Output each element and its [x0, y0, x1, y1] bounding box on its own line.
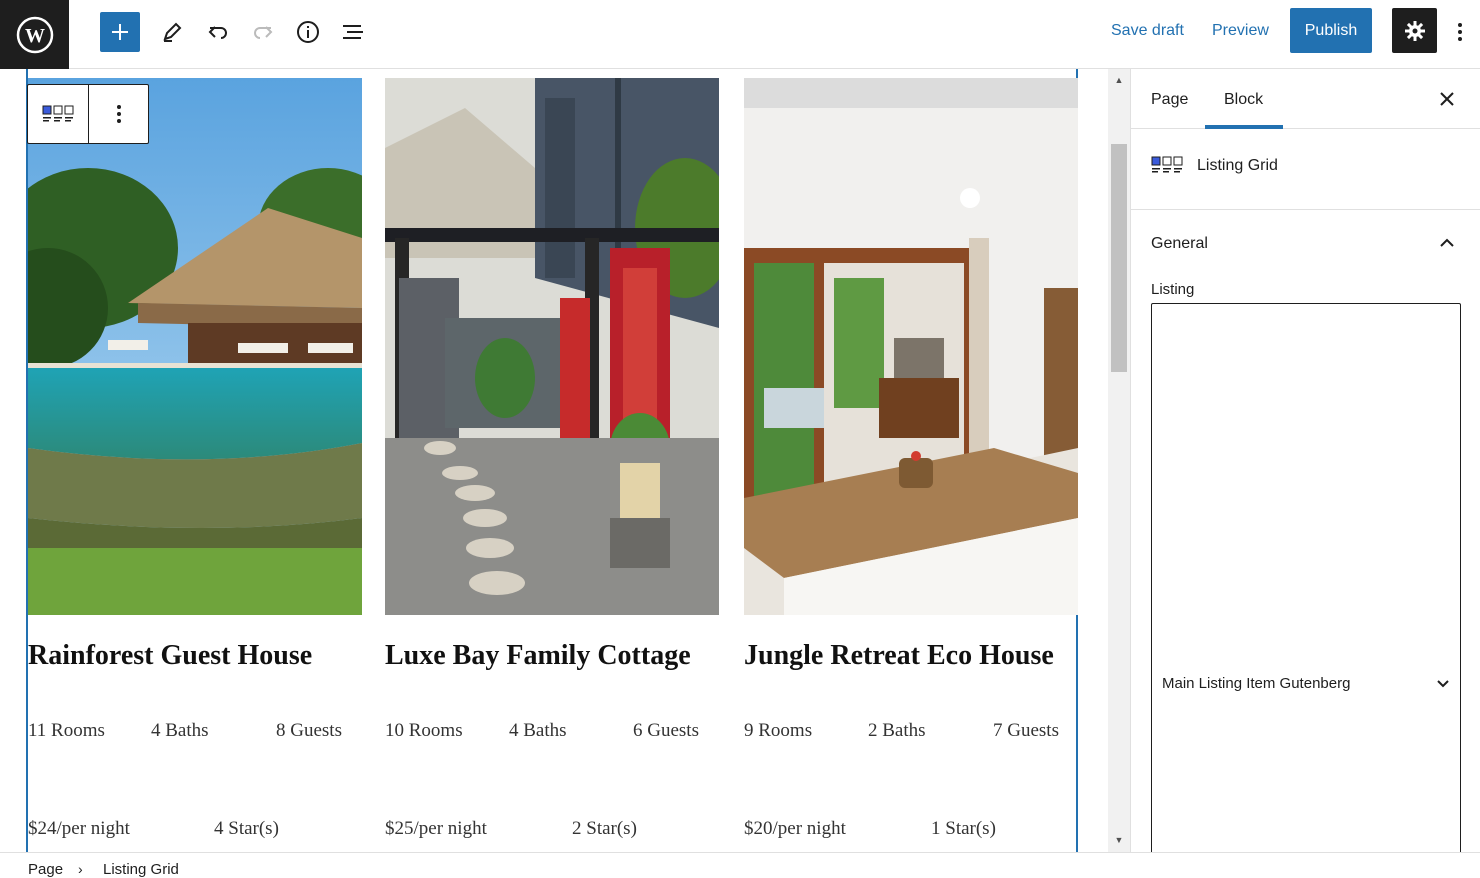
- plus-icon: [112, 24, 128, 40]
- chevron-up-icon[interactable]: [1437, 233, 1457, 253]
- settings-sidebar: Page Block Listing Grid General Listing …: [1130, 69, 1480, 863]
- editor-canvas: Rainforest Guest House 11 Rooms 4 Baths …: [0, 69, 1108, 852]
- listing-rooms: 9 Rooms: [744, 720, 813, 741]
- listing-rooms: 11 Rooms: [28, 720, 105, 741]
- breadcrumb-listing-grid[interactable]: Listing Grid: [103, 861, 179, 878]
- listing-title[interactable]: Jungle Retreat Eco House: [744, 640, 1084, 672]
- listing-baths: 4 Baths: [151, 720, 209, 741]
- listing-stars: 1 Star(s): [931, 818, 996, 839]
- list-view-icon: [343, 25, 363, 39]
- chevron-down-icon[interactable]: [1434, 675, 1452, 693]
- listing-select-value[interactable]: Main Listing Item Gutenberg: [1162, 675, 1350, 692]
- listing-stars: 4 Star(s): [214, 818, 279, 839]
- listing-select[interactable]: Main Listing Item Gutenberg: [1151, 303, 1461, 863]
- pencil-icon: [163, 22, 182, 42]
- listing-image-garden: [385, 78, 719, 615]
- listing-title[interactable]: Rainforest Guest House: [28, 640, 368, 672]
- settings-button[interactable]: [1392, 8, 1437, 53]
- breadcrumb: Page › Listing Grid: [0, 852, 1480, 878]
- listing-price: $24/per night: [28, 818, 130, 839]
- redo-button[interactable]: [245, 14, 281, 50]
- listing-rooms: 10 Rooms: [385, 720, 463, 741]
- block-card: Listing Grid: [1131, 129, 1480, 210]
- listing-price: $25/per night: [385, 818, 487, 839]
- listing-title[interactable]: Luxe Bay Family Cottage: [385, 640, 725, 672]
- options-button[interactable]: [1448, 14, 1472, 50]
- listing-card[interactable]: Luxe Bay Family Cottage 10 Rooms 4 Baths…: [385, 78, 719, 839]
- block-card-title: Listing Grid: [1197, 157, 1278, 174]
- sidebar-tabs: Page Block: [1131, 69, 1480, 129]
- listing-field-label: Listing: [1151, 281, 1195, 298]
- editor-header: W Save draft Preview Publish: [0, 0, 1480, 69]
- close-sidebar-button[interactable]: [1437, 89, 1457, 109]
- listing-guests: 7 Guests: [993, 720, 1059, 741]
- listing-image-bedroom: [744, 78, 1078, 615]
- canvas-scrollbar[interactable]: ▲ ▼: [1108, 69, 1130, 852]
- listing-guests: 6 Guests: [633, 720, 699, 741]
- undo-button[interactable]: [200, 14, 236, 50]
- undo-icon: [208, 26, 227, 39]
- listing-card[interactable]: Rainforest Guest House 11 Rooms 4 Baths …: [28, 78, 362, 839]
- listing-price: $20/per night: [744, 818, 846, 839]
- listing-stars: 2 Star(s): [572, 818, 637, 839]
- panel-general-title[interactable]: General: [1151, 235, 1208, 253]
- save-draft-button[interactable]: Save draft: [1111, 22, 1184, 40]
- listing-guests: 8 Guests: [276, 720, 342, 741]
- breadcrumb-page[interactable]: Page: [28, 861, 63, 878]
- list-view-button[interactable]: [335, 14, 371, 50]
- tab-block[interactable]: Block: [1224, 91, 1263, 109]
- svg-text:W: W: [25, 25, 45, 47]
- block-type-switcher[interactable]: [28, 85, 88, 143]
- scroll-down-arrow-icon[interactable]: ▼: [1114, 835, 1124, 845]
- redo-icon: [254, 26, 273, 39]
- listing-image-pool: [28, 78, 362, 615]
- gear-icon: [1404, 20, 1425, 41]
- listing-baths: 2 Baths: [868, 720, 926, 741]
- block-options-button[interactable]: [88, 85, 148, 143]
- block-toolbar: [27, 84, 149, 144]
- publish-button[interactable]: Publish: [1290, 8, 1372, 53]
- scroll-up-arrow-icon[interactable]: ▲: [1114, 75, 1124, 85]
- wordpress-logo-icon[interactable]: W: [0, 0, 69, 69]
- listing-baths: 4 Baths: [509, 720, 567, 741]
- breadcrumb-separator-icon: ›: [78, 861, 83, 877]
- add-block-button[interactable]: [100, 12, 140, 52]
- more-vertical-icon: [1458, 23, 1462, 41]
- listing-grid-icon: [42, 105, 74, 122]
- listing-grid-icon: [1151, 156, 1183, 173]
- details-button[interactable]: [290, 14, 326, 50]
- info-icon: [297, 21, 319, 43]
- preview-button[interactable]: Preview: [1212, 22, 1269, 40]
- tools-button[interactable]: [154, 14, 190, 50]
- listing-card[interactable]: Jungle Retreat Eco House 9 Rooms 2 Baths…: [744, 78, 1078, 839]
- scrollbar-thumb[interactable]: [1111, 144, 1127, 372]
- more-vertical-icon: [116, 105, 121, 123]
- tab-page[interactable]: Page: [1151, 91, 1188, 109]
- close-icon: [1440, 92, 1454, 106]
